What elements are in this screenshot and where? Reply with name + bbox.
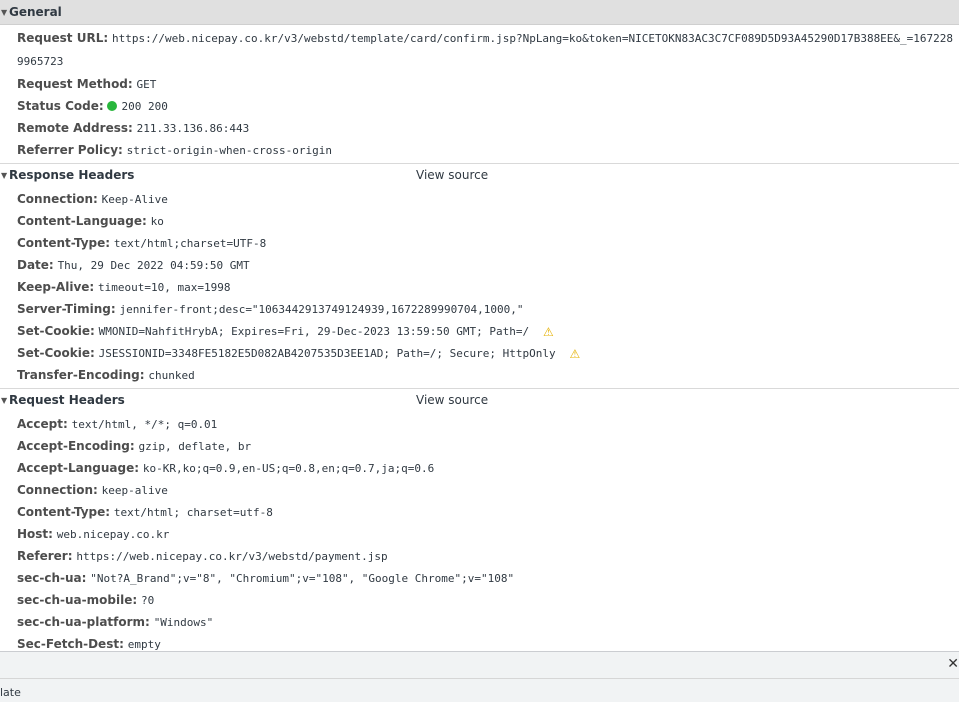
header-key: Content-Type: <box>17 505 111 519</box>
header-key: sec-ch-ua-platform: <box>17 615 150 629</box>
header-key: Accept-Encoding: <box>17 439 135 453</box>
header-value: https://web.nicepay.co.kr/v3/webstd/paym… <box>76 550 388 563</box>
header-row: Host: web.nicepay.co.kr <box>0 523 959 545</box>
header-value: JSESSIONID=3348FE5182E5D082AB4207535D3EE… <box>98 347 556 360</box>
header-value: Keep-Alive <box>101 193 168 206</box>
header-row: Content-Language: ko <box>0 210 959 232</box>
header-row: Content-Type: text/html;charset=UTF-8 <box>0 232 959 254</box>
header-key: Accept: <box>17 417 68 431</box>
header-value: timeout=10, max=1998 <box>98 281 231 294</box>
header-key: Sec-Fetch-Dest: <box>17 637 124 651</box>
header-row: sec-ch-ua: "Not?A_Brand";v="8", "Chromiu… <box>0 567 959 589</box>
general-section-title: General <box>9 5 62 19</box>
headers-panel: ▼ General Request URL: https://web.nicep… <box>0 0 959 651</box>
header-row: Accept: text/html, */*; q=0.01 <box>0 413 959 435</box>
request-headers-title: Request Headers <box>9 393 125 407</box>
general-section-header[interactable]: ▼ General <box>0 0 959 25</box>
request-headers-section-header[interactable]: ▼ Request Headers View source <box>0 388 959 411</box>
header-row: sec-ch-ua-mobile: ?0 <box>0 589 959 611</box>
collapse-triangle-icon: ▼ <box>1 395 8 405</box>
header-value: chunked <box>148 369 195 382</box>
collapse-triangle-icon: ▼ <box>1 7 8 17</box>
request-method-row: Request Method: GET <box>0 73 959 95</box>
close-icon[interactable]: ✕ <box>947 656 959 672</box>
header-row: Referer: https://web.nicepay.co.kr/v3/we… <box>0 545 959 567</box>
header-value: WMONID=NahfitHrybA; Expires=Fri, 29-Dec-… <box>98 325 530 338</box>
response-headers-title: Response Headers <box>9 168 135 182</box>
referrer-policy-label: Referrer Policy: <box>17 143 123 157</box>
referrer-policy-value: strict-origin-when-cross-origin <box>126 144 332 157</box>
header-key: Transfer-Encoding: <box>17 368 145 382</box>
header-key: sec-ch-ua: <box>17 571 87 585</box>
remote-address-value: 211.33.136.86:443 <box>136 122 250 135</box>
header-value: jennifer-front;desc="1063442913749124939… <box>119 303 524 316</box>
status-code-label: Status Code: <box>17 99 104 113</box>
request-method-value: GET <box>136 78 157 91</box>
referrer-policy-row: Referrer Policy: strict-origin-when-cros… <box>0 139 959 161</box>
header-key: Server-Timing: <box>17 302 116 316</box>
header-value: web.nicepay.co.kr <box>56 528 170 541</box>
warning-icon[interactable]: ⚠ <box>543 321 554 343</box>
header-key: Host: <box>17 527 53 541</box>
drawer-toolbar: ✕ <box>0 651 959 679</box>
header-row: Transfer-Encoding: chunked <box>0 364 959 386</box>
remote-address-row: Remote Address: 211.33.136.86:443 <box>0 117 959 139</box>
header-value: text/html; charset=utf-8 <box>113 506 273 519</box>
drawer-status-text: late <box>0 686 21 699</box>
header-value: gzip, deflate, br <box>138 440 252 453</box>
remote-address-label: Remote Address: <box>17 121 133 135</box>
header-row: Set-Cookie: JSESSIONID=3348FE5182E5D082A… <box>0 342 959 364</box>
header-row: Date: Thu, 29 Dec 2022 04:59:50 GMT <box>0 254 959 276</box>
collapse-triangle-icon: ▼ <box>1 170 8 180</box>
status-code-row: Status Code: 200 200 <box>0 95 959 117</box>
request-url-row: Request URL: https://web.nicepay.co.kr/v… <box>0 27 959 73</box>
header-value: text/html;charset=UTF-8 <box>113 237 267 250</box>
header-value: "Windows" <box>153 616 214 629</box>
warning-icon[interactable]: ⚠ <box>569 343 580 365</box>
header-value: keep-alive <box>101 484 168 497</box>
request-url-value: https://web.nicepay.co.kr/v3/webstd/temp… <box>17 32 954 68</box>
header-row: Connection: Keep-Alive <box>0 188 959 210</box>
header-key: Accept-Language: <box>17 461 140 475</box>
header-row: Sec-Fetch-Dest: empty <box>0 633 959 651</box>
header-row: Accept-Language: ko-KR,ko;q=0.9,en-US;q=… <box>0 457 959 479</box>
header-value: empty <box>127 638 161 651</box>
header-row: Server-Timing: jennifer-front;desc="1063… <box>0 298 959 320</box>
header-row: Connection: keep-alive <box>0 479 959 501</box>
header-key: Date: <box>17 258 54 272</box>
header-key: Referer: <box>17 549 73 563</box>
request-view-source-link[interactable]: View source <box>416 393 488 407</box>
header-row: Accept-Encoding: gzip, deflate, br <box>0 435 959 457</box>
header-row: sec-ch-ua-platform: "Windows" <box>0 611 959 633</box>
header-value: ko-KR,ko;q=0.9,en-US;q=0.8,en;q=0.7,ja;q… <box>142 462 435 475</box>
drawer-status-bar: late <box>0 678 959 702</box>
header-value: ?0 <box>140 594 155 607</box>
header-key: sec-ch-ua-mobile: <box>17 593 138 607</box>
status-ok-dot-icon <box>107 101 118 111</box>
header-key: Keep-Alive: <box>17 280 95 294</box>
header-key: Connection: <box>17 192 98 206</box>
header-value: ko <box>150 215 164 228</box>
header-key: Set-Cookie: <box>17 324 95 338</box>
header-row: Content-Type: text/html; charset=utf-8 <box>0 501 959 523</box>
status-code-value: 200 200 <box>121 100 168 113</box>
response-view-source-link[interactable]: View source <box>416 168 488 182</box>
request-url-label: Request URL: <box>17 31 109 45</box>
response-headers-section-header[interactable]: ▼ Response Headers View source <box>0 163 959 186</box>
header-key: Content-Type: <box>17 236 111 250</box>
header-row: Keep-Alive: timeout=10, max=1998 <box>0 276 959 298</box>
header-value: Thu, 29 Dec 2022 04:59:50 GMT <box>57 259 250 272</box>
header-key: Set-Cookie: <box>17 346 95 360</box>
header-key: Content-Language: <box>17 214 147 228</box>
header-value: "Not?A_Brand";v="8", "Chromium";v="108",… <box>90 572 515 585</box>
header-value: text/html, */*; q=0.01 <box>71 418 218 431</box>
header-row: Set-Cookie: WMONID=NahfitHrybA; Expires=… <box>0 320 959 342</box>
header-key: Connection: <box>17 483 98 497</box>
request-method-label: Request Method: <box>17 77 133 91</box>
